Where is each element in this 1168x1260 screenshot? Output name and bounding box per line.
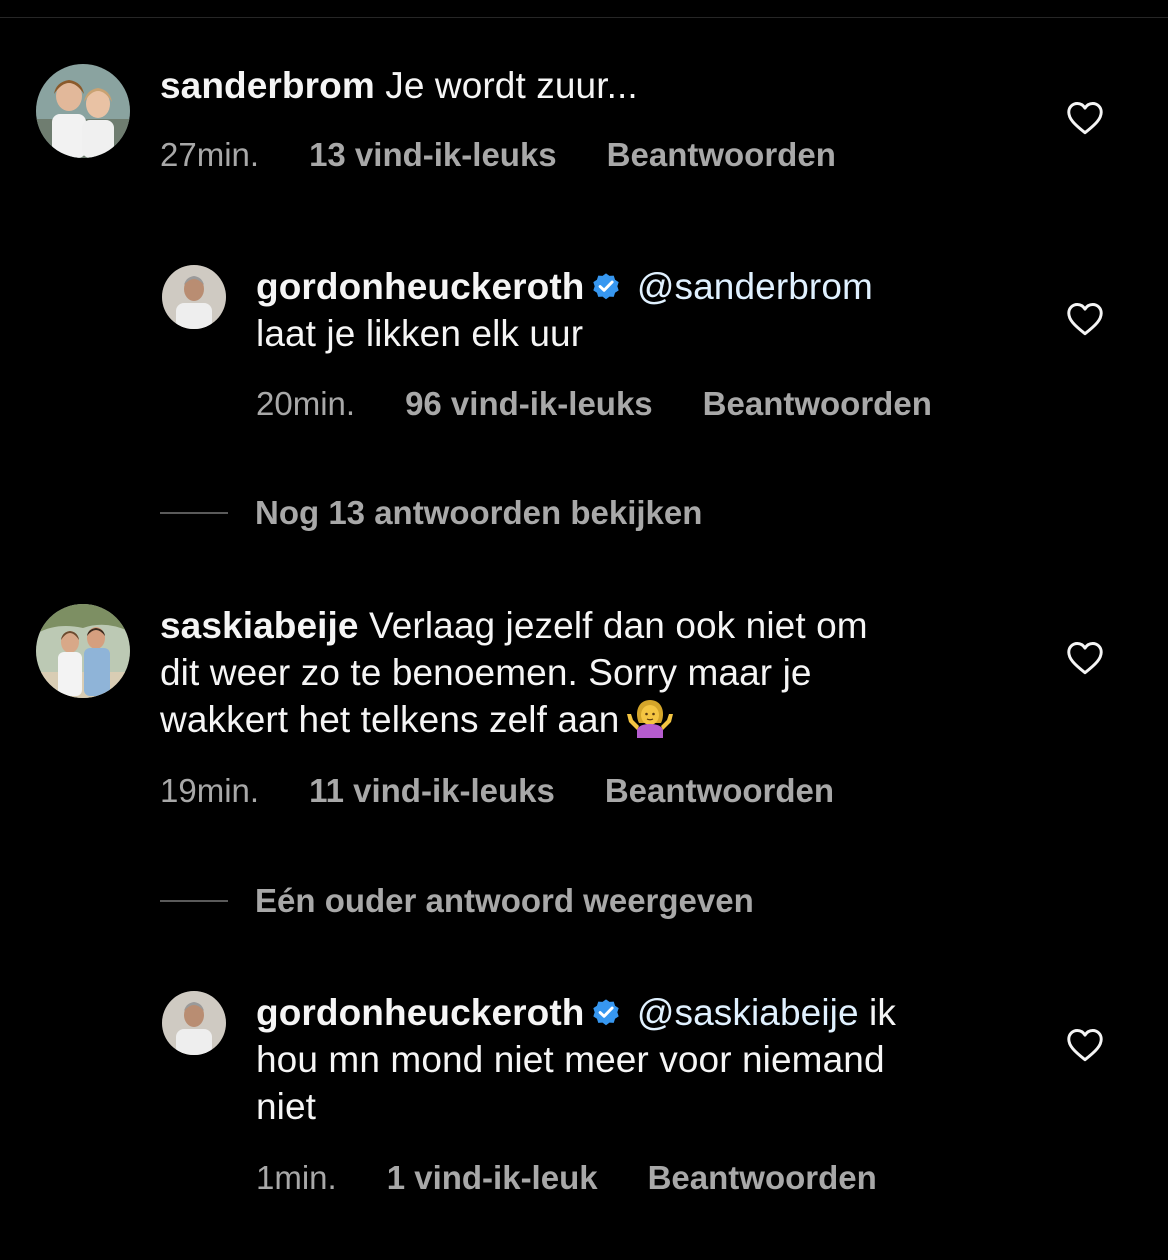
avatar-gordonheuckeroth[interactable] (162, 991, 226, 1055)
comment-time: 1min. (256, 1159, 337, 1196)
comment-text-line-1: ik (869, 992, 896, 1033)
likes-count-link[interactable]: 1 vind-ik-leuk (387, 1158, 598, 1198)
comment-text-line-2: hou mn mond niet meer voor niemand (256, 1039, 885, 1080)
avatar-photo (162, 991, 226, 1055)
comment-gordonheuckeroth-reply-2: gordonheuckeroth @saskiabeije ik hou mn … (0, 0, 1168, 1240)
like-button[interactable] (1066, 1028, 1104, 1062)
verified-badge-icon (590, 996, 622, 1028)
heart-outline-icon (1067, 1029, 1103, 1062)
mention-link[interactable]: @saskiabeije (637, 992, 859, 1033)
comment-meta: 1min. 1 vind-ik-leuk Beantwoorden (256, 1158, 877, 1198)
reply-button[interactable]: Beantwoorden (648, 1158, 877, 1198)
username-link[interactable]: gordonheuckeroth (256, 992, 584, 1033)
comment-body: gordonheuckeroth @saskiabeije ik hou mn … (256, 989, 1056, 1130)
comment-text-line-3: niet (256, 1086, 317, 1127)
